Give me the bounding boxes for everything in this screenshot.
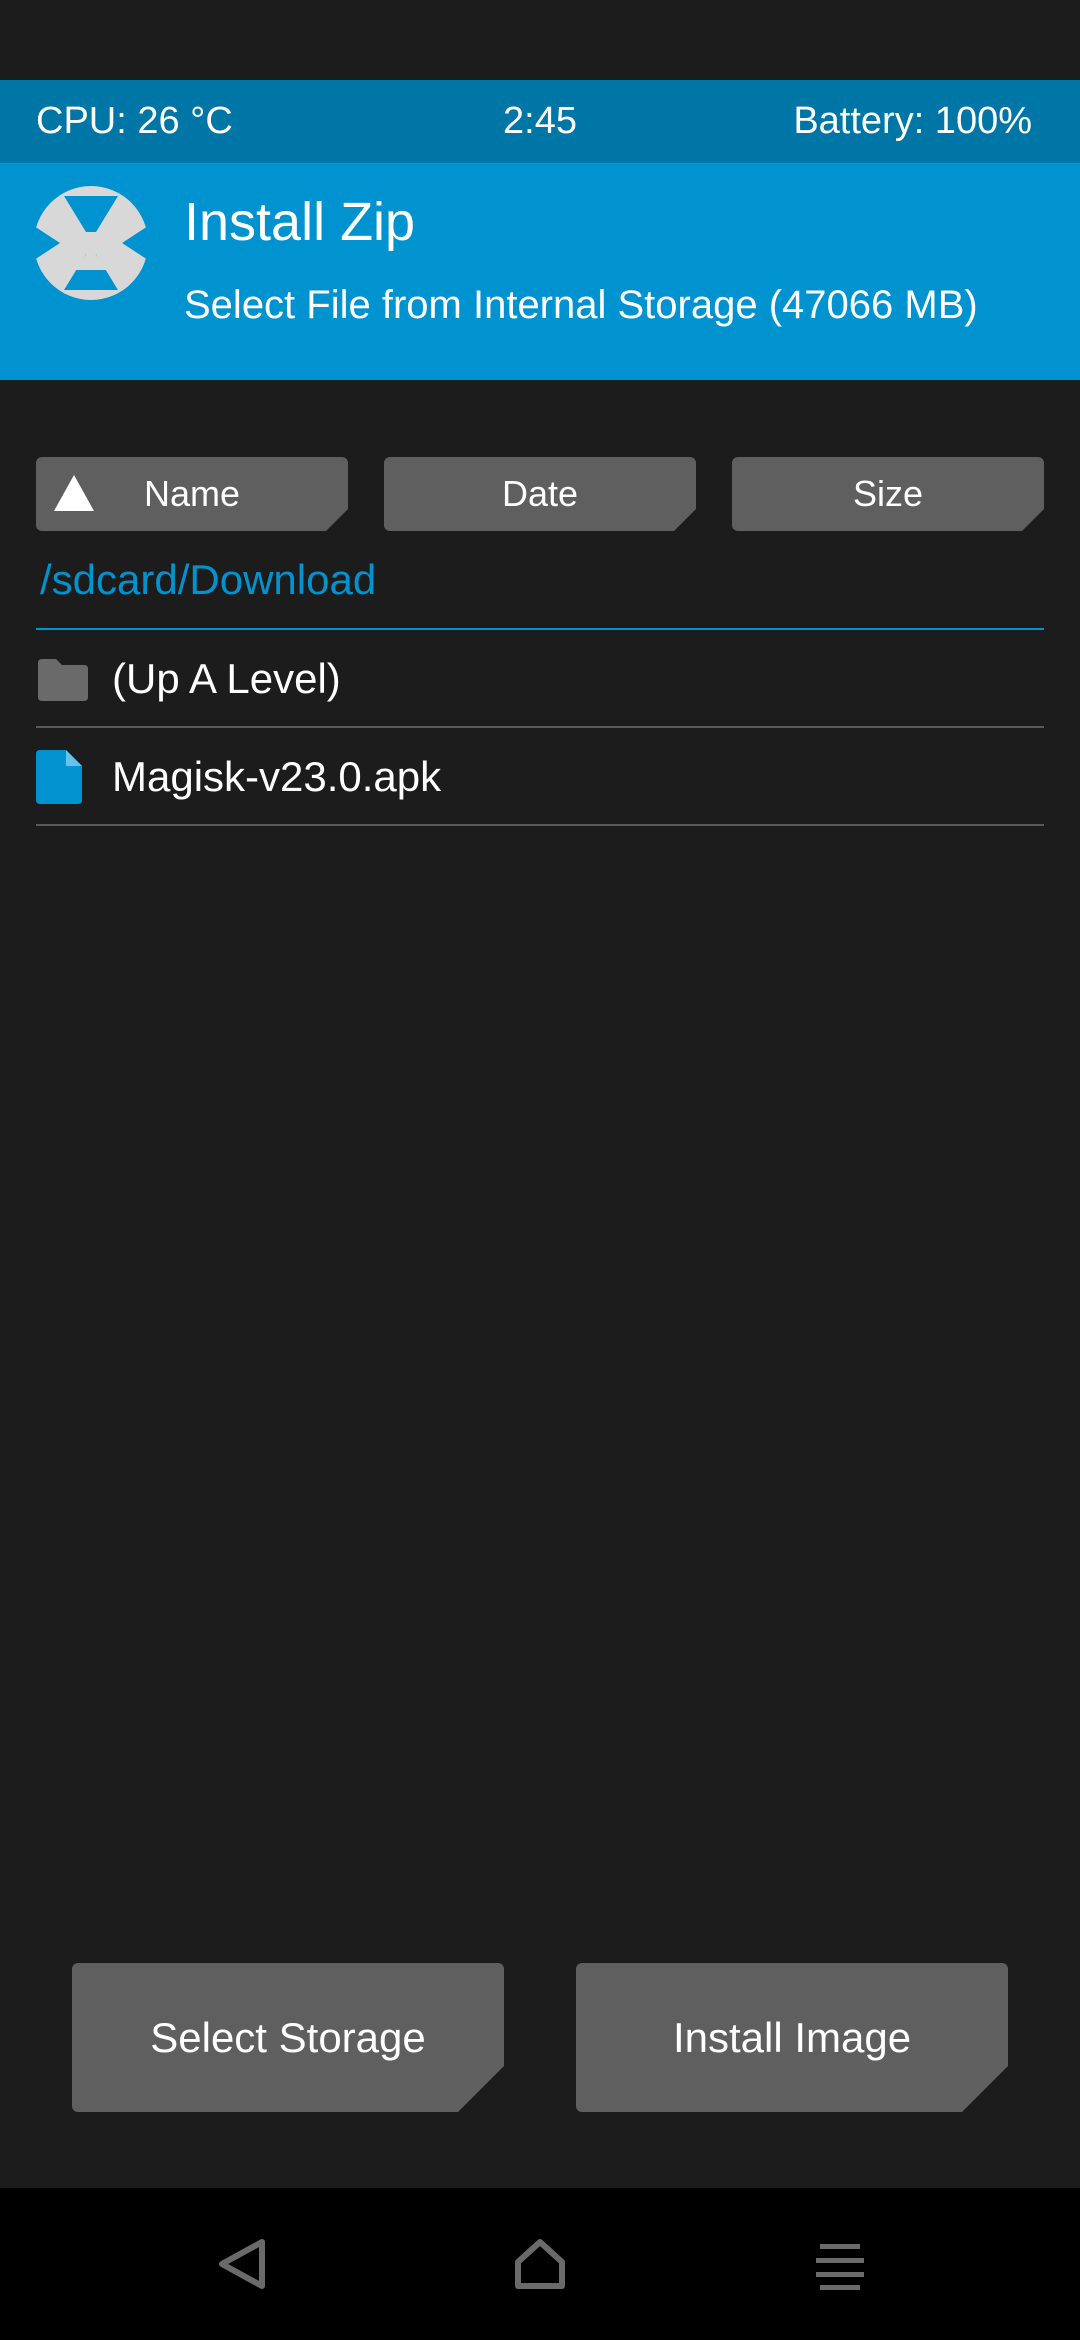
home-button[interactable] [500, 2224, 580, 2304]
file-list-item-up-level[interactable]: (Up A Level) [36, 632, 1044, 728]
header: Install Zip Select File from Internal St… [0, 163, 1080, 380]
sort-size-label: Size [852, 473, 924, 514]
sort-by-date-button[interactable]: Date [384, 457, 696, 531]
current-path: /sdcard/Download [40, 556, 377, 603]
path-divider [36, 628, 1044, 630]
top-spacer [0, 0, 1080, 80]
select-storage-label: Select Storage [150, 2013, 426, 2061]
sort-date-label: Date [501, 473, 579, 514]
back-icon [219, 2239, 265, 2289]
battery-level: Battery: 100% [793, 100, 1032, 142]
folder-icon [36, 652, 90, 706]
sort-by-size-button[interactable]: Size [732, 457, 1044, 531]
install-image-button[interactable]: Install Image [576, 1963, 1008, 2112]
file-list-item-label: (Up A Level) [112, 655, 341, 702]
sort-by-name-button[interactable]: Name [36, 457, 348, 531]
menu-button[interactable] [800, 2224, 880, 2304]
menu-icon [816, 2244, 864, 2290]
sort-ascending-triangle-icon [52, 473, 96, 513]
back-button[interactable] [202, 2224, 282, 2304]
file-list-item-label: Magisk-v23.0.apk [112, 753, 442, 800]
select-storage-button[interactable]: Select Storage [72, 1963, 504, 2112]
file-icon [36, 750, 90, 804]
twrp-install-screen: CPU: 26 °C 2:45 Battery: 100% Install Zi… [0, 0, 1080, 2340]
status-bar: CPU: 26 °C 2:45 Battery: 100% [0, 80, 1080, 163]
sort-name-label: Name [143, 473, 241, 514]
file-list-item-magisk[interactable]: Magisk-v23.0.apk [36, 730, 1044, 826]
twrp-logo-icon [34, 186, 148, 300]
cpu-temperature: CPU: 26 °C [36, 100, 233, 142]
home-icon [515, 2239, 565, 2289]
page-title: Install Zip [184, 192, 416, 252]
install-image-label: Install Image [672, 2013, 912, 2061]
page-subtitle: Select File from Internal Storage (47066… [184, 283, 978, 327]
navigation-bar [0, 2188, 1080, 2340]
